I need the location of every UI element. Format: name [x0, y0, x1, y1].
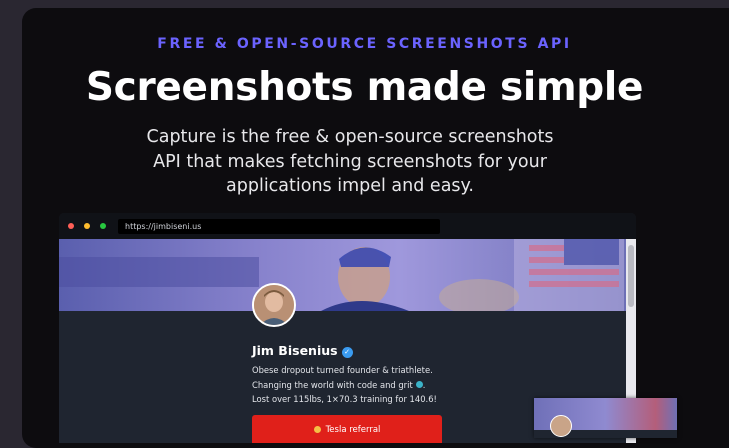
close-dot-icon[interactable] — [68, 223, 74, 229]
bio-line: Obese dropout turned founder & triathlet… — [252, 365, 433, 375]
hero-subtitle: Capture is the free & open-source screen… — [140, 125, 560, 199]
avatar-face-icon — [254, 285, 294, 325]
bio-line-suffix: . — [422, 379, 426, 390]
bio-line: Changing the world with code and grit. — [252, 378, 457, 393]
mini-preview-card[interactable] — [534, 398, 677, 438]
hero-eyebrow: FREE & OPEN-SOURCE SCREENSHOTS API — [157, 36, 572, 52]
verified-badge-icon: ✓ — [341, 347, 353, 358]
url-bar[interactable]: https://jimbiseni.us — [118, 219, 440, 234]
profile-avatar — [252, 283, 296, 327]
bio-line-text: Changing the world with code and grit — [252, 379, 413, 390]
hero-subtitle-line: applications impel and easy. — [226, 176, 474, 196]
lightning-icon — [313, 425, 321, 433]
minimize-dot-icon[interactable] — [84, 223, 90, 229]
profile-name: Jim Bisenius ✓ — [252, 343, 353, 358]
maximize-dot-icon[interactable] — [100, 223, 106, 229]
bio-line: Lost over 115lbs, 1×70.3 training for 14… — [252, 394, 437, 404]
profile-bio: Obese dropout turned founder & triathlet… — [252, 363, 457, 407]
hero-subtitle-line: API that makes fetching screenshots for … — [153, 151, 547, 172]
scrollbar-thumb[interactable] — [628, 245, 634, 307]
profile-name-text: Jim Bisenius — [252, 343, 338, 358]
banner-photo-shapes — [59, 239, 626, 311]
hero-headline: Screenshots made simple — [85, 65, 644, 110]
hero-subtitle-line: Capture is the free & open-source screen… — [146, 127, 554, 147]
tesla-referral-button[interactable]: Tesla referral — [252, 415, 442, 443]
profile-banner-image — [59, 239, 626, 311]
tesla-referral-label: Tesla referral — [325, 425, 381, 435]
browser-titlebar: https://jimbiseni.us — [59, 213, 636, 239]
globe-icon — [415, 381, 423, 388]
mini-preview-avatar — [550, 415, 572, 437]
